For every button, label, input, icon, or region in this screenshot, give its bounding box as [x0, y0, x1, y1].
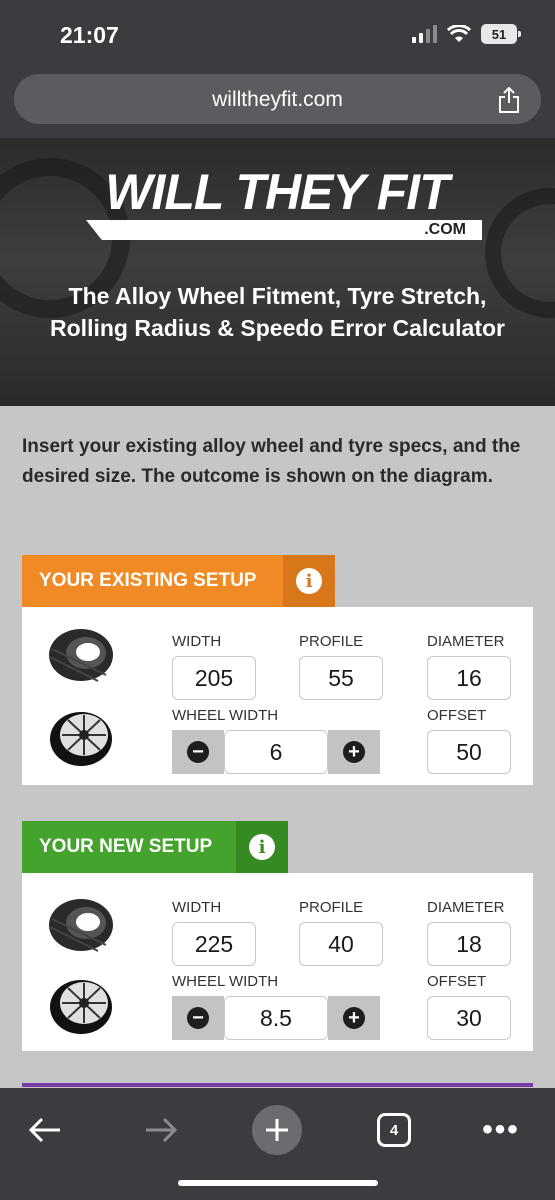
wifi-icon — [447, 25, 471, 42]
status-time: 21:07 — [60, 22, 119, 48]
page-title: The Alloy Wheel Fitment, Tyre Stretch, R… — [50, 283, 505, 341]
profile-label: PROFILE — [299, 633, 364, 650]
tabs-button[interactable]: 4 — [376, 1100, 412, 1160]
wheel-width-label: WHEEL WIDTH — [172, 973, 279, 990]
plus-icon: + — [343, 1007, 365, 1029]
tab-count: 4 — [377, 1113, 411, 1147]
width-label: WIDTH — [172, 899, 222, 916]
width-input[interactable]: 205 — [172, 656, 256, 700]
existing-setup-info-button[interactable]: i — [283, 555, 335, 607]
new-tab-button[interactable] — [252, 1100, 302, 1160]
plus-icon: + — [343, 741, 365, 763]
profile-input[interactable]: 40 — [299, 922, 383, 966]
home-indicator — [178, 1180, 378, 1186]
info-icon: i — [296, 568, 322, 594]
share-icon[interactable] — [497, 86, 521, 114]
hero-banner: WILL THEY FIT .COM The Alloy Wheel Fitme… — [0, 138, 555, 406]
more-button[interactable]: ••• — [474, 1100, 528, 1160]
tyre-icon — [49, 629, 113, 682]
minus-icon: − — [187, 1007, 209, 1029]
existing-setup-header: YOUR EXISTING SETUP i — [22, 555, 335, 607]
profile-label: PROFILE — [299, 899, 364, 916]
logo-text: WILL THEY FIT — [105, 164, 449, 220]
wheel-width-input[interactable]: 6 — [224, 730, 328, 774]
next-section-edge — [22, 1083, 533, 1087]
logo-bar — [86, 220, 482, 240]
decrement-button[interactable]: − — [172, 996, 224, 1040]
wheel-width-stepper: − 6 + — [172, 730, 398, 774]
logo-suffix: .COM — [424, 221, 466, 238]
intro-text: Insert your existing alloy wheel and tyr… — [22, 436, 521, 487]
new-setup-header: YOUR NEW SETUP i — [22, 821, 288, 873]
back-button[interactable] — [20, 1100, 70, 1160]
address-bar[interactable]: willtheyfit.com — [14, 74, 541, 124]
new-setup-card: WIDTH 225 PROFILE 40 DIAMETER 18 WHEEL W… — [22, 873, 533, 1051]
wheel-width-stepper: − 8.5 + — [172, 996, 398, 1040]
offset-input[interactable]: 50 — [427, 730, 511, 774]
offset-input[interactable]: 30 — [427, 996, 511, 1040]
wheel-width-input[interactable]: 8.5 — [224, 996, 328, 1040]
diameter-label: DIAMETER — [427, 633, 505, 650]
battery-icon: 51 — [481, 24, 521, 44]
diameter-label: DIAMETER — [427, 899, 505, 916]
wheel-icon — [50, 980, 112, 1034]
info-icon: i — [249, 834, 275, 860]
tyre-icon — [49, 899, 113, 952]
status-bar: 21:07 51 — [0, 0, 555, 70]
minus-icon: − — [187, 741, 209, 763]
existing-setup-title: YOUR EXISTING SETUP — [22, 555, 283, 607]
increment-button[interactable]: + — [328, 996, 380, 1040]
url-text: willtheyfit.com — [212, 88, 343, 111]
forward-button[interactable] — [136, 1100, 186, 1160]
decrement-button[interactable]: − — [172, 730, 224, 774]
new-setup-info-button[interactable]: i — [236, 821, 288, 873]
site-logo[interactable]: WILL THEY FIT .COM — [72, 164, 482, 242]
width-label: WIDTH — [172, 633, 222, 650]
offset-label: OFFSET — [427, 707, 487, 724]
wheel-width-label: WHEEL WIDTH — [172, 707, 279, 724]
offset-label: OFFSET — [427, 973, 487, 990]
forward-arrow-icon — [146, 1117, 178, 1143]
profile-input[interactable]: 55 — [299, 656, 383, 700]
new-setup-title: YOUR NEW SETUP — [22, 821, 236, 873]
back-arrow-icon — [28, 1117, 60, 1143]
status-icons: 51 — [412, 24, 521, 44]
browser-address-area: willtheyfit.com — [0, 70, 555, 138]
diameter-input[interactable]: 18 — [427, 922, 511, 966]
cellular-signal-icon — [412, 25, 437, 43]
wheel-icon — [50, 712, 112, 766]
more-icon: ••• — [482, 1113, 520, 1146]
existing-setup-card: WIDTH 205 PROFILE 55 DIAMETER 16 WHEEL W… — [22, 607, 533, 785]
diameter-input[interactable]: 16 — [427, 656, 511, 700]
width-input[interactable]: 225 — [172, 922, 256, 966]
increment-button[interactable]: + — [328, 730, 380, 774]
plus-icon — [252, 1105, 302, 1155]
